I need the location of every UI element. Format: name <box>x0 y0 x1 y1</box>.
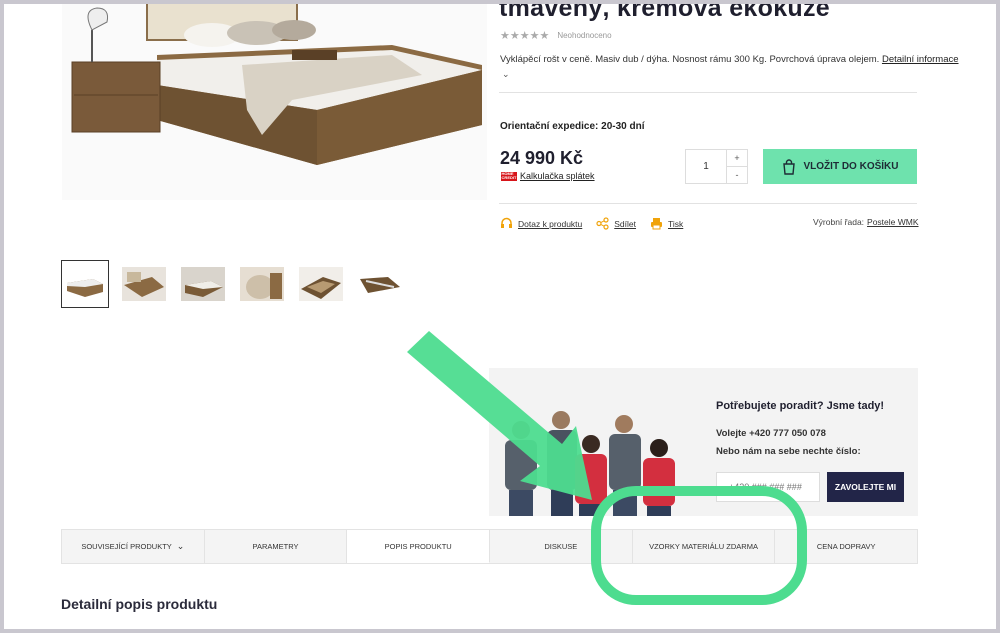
help-callback-text: Nebo nám na sebe nechte číslo: <box>716 446 861 457</box>
detail-info-link[interactable]: Detailní informace <box>882 54 959 65</box>
quantity-stepper[interactable]: 1 + - <box>685 149 748 184</box>
tab-discussion[interactable]: DISKUSE <box>490 530 633 563</box>
call-me-button[interactable]: ZAVOLEJTE MI <box>827 472 904 502</box>
share-icon <box>596 217 609 230</box>
thumbnail-gallery <box>61 260 404 308</box>
support-team-photo <box>505 411 675 516</box>
phone-input[interactable] <box>716 472 820 502</box>
tab-free-material-samples[interactable]: VZORKY MATERIÁLU ZDARMA <box>633 530 776 563</box>
share-link[interactable]: Sdílet <box>614 219 636 229</box>
quantity-buttons: + - <box>727 150 747 183</box>
tab-label: CENA DOPRAVY <box>816 542 876 551</box>
thumbnail-3[interactable] <box>179 260 227 308</box>
thumbnail-1[interactable] <box>61 260 109 308</box>
tab-label: POPIS PRODUKTU <box>384 541 452 551</box>
print-link[interactable]: Tisk <box>668 219 683 229</box>
product-actions: Dotaz k produktu Sdílet Tisk <box>500 217 683 230</box>
quantity-input[interactable]: 1 <box>686 150 727 183</box>
page-frame: tmavený, krémová ekokůže ★★★★★ Neohodnoc… <box>4 4 996 629</box>
tab-label: SOUVISEJÍCÍ PRODUKTY <box>81 542 172 551</box>
short-description-text: Vyklápěcí rošt v ceně. Masiv dub / dýha.… <box>500 54 880 65</box>
thumbnail-2[interactable] <box>120 260 168 308</box>
thumbnail-4[interactable] <box>238 260 286 308</box>
help-title: Potřebujete poradit? Jsme tady! <box>716 400 885 412</box>
add-to-cart-label: VLOŽIT DO KOŠÍKU <box>803 161 899 172</box>
chevron-down-icon: ⌄ <box>176 541 185 551</box>
product-main-image[interactable] <box>62 4 487 200</box>
inquiry-link[interactable]: Dotaz k produktu <box>518 219 582 229</box>
rating-stars-icon: ★★★★★ <box>500 30 550 42</box>
detail-section-title: Detailní popis produktu <box>61 596 218 612</box>
expedition-info: Orientační expedice: 20-30 dní <box>500 121 645 132</box>
calculator-logo-icon: HOME CREDIT <box>501 171 517 181</box>
short-description: Vyklápěcí rošt v ceně. Masiv dub / dýha.… <box>500 54 959 65</box>
tab-label: PARAMETRY <box>252 542 299 551</box>
inquiry-action[interactable]: Dotaz k produktu <box>500 217 582 230</box>
quantity-decrease-button[interactable]: - <box>727 167 747 183</box>
product-tabs: SOUVISEJÍCÍ PRODUKTY ⌄ PARAMETRY POPIS P… <box>61 529 918 564</box>
cart-bag-icon <box>782 158 795 175</box>
tab-label: VZORKY MATERIÁLU ZDARMA <box>649 542 758 551</box>
rating[interactable]: ★★★★★ Neohodnoceno <box>500 29 612 42</box>
headset-icon <box>501 217 512 228</box>
product-title: tmavený, krémová ekokůže <box>499 4 830 22</box>
rating-text: Neohodnoceno <box>557 31 612 40</box>
thumbnail-5[interactable] <box>297 260 345 308</box>
series-link[interactable]: Postele WMK <box>867 217 919 227</box>
product-series: Výrobní řada: Postele WMK <box>813 217 919 227</box>
print-action[interactable]: Tisk <box>650 217 683 230</box>
thumbnail-6[interactable] <box>356 260 404 308</box>
series-label: Výrobní řada: <box>813 217 865 227</box>
help-box: Potřebujete poradit? Jsme tady! Volejte … <box>489 368 918 516</box>
add-to-cart-button[interactable]: VLOŽIT DO KOŠÍKU <box>763 149 917 184</box>
tab-product-description[interactable]: POPIS PRODUKTU <box>347 530 491 563</box>
product-price: 24 990 Kč <box>500 148 584 168</box>
chevron-down-icon[interactable]: ⌄ <box>502 69 510 80</box>
divider <box>499 92 917 93</box>
tab-label: DISKUSE <box>544 542 578 551</box>
help-phone: Volejte +420 777 050 078 <box>716 428 826 439</box>
installment-calculator[interactable]: HOME CREDIT Kalkulačka splátek <box>501 171 595 181</box>
share-action[interactable]: Sdílet <box>596 217 636 230</box>
tab-parameters[interactable]: PARAMETRY <box>205 530 348 563</box>
divider <box>499 203 917 204</box>
printer-icon <box>651 218 663 230</box>
tab-related-products[interactable]: SOUVISEJÍCÍ PRODUKTY ⌄ <box>62 530 205 563</box>
quantity-increase-button[interactable]: + <box>727 150 747 167</box>
calculator-link[interactable]: Kalkulačka splátek <box>520 171 595 181</box>
tab-shipping-price[interactable]: CENA DOPRAVY <box>775 530 917 563</box>
